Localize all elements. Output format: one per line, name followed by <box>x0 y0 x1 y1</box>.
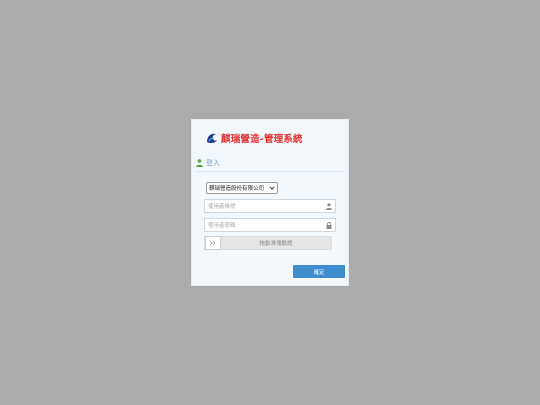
company-select[interactable]: 麒瑞營造股份有限公司 <box>206 182 278 194</box>
login-section-header: 登入 <box>196 158 220 168</box>
login-dialog: 麒瑞營造-管理系統 登入 麒瑞營造股份有限公司 使用者帳號 使用者密碼 拖動滑塊… <box>191 119 349 286</box>
double-chevron-right-icon <box>209 240 216 246</box>
slider-hint: 拖動滑塊驗證 <box>259 241 293 247</box>
app-title: 麒瑞營造-管理系統 <box>221 134 303 145</box>
password-field[interactable]: 使用者密碼 <box>204 218 336 232</box>
user-icon <box>196 159 203 167</box>
slider-handle[interactable] <box>205 236 221 250</box>
confirm-button[interactable]: 確定 <box>293 265 345 278</box>
brand-header: 麒瑞營造-管理系統 <box>206 130 303 146</box>
section-label: 登入 <box>206 159 220 167</box>
chevron-down-icon <box>269 186 275 190</box>
divider <box>196 171 344 172</box>
company-select-value: 麒瑞營造股份有限公司 <box>209 186 265 192</box>
slider-verification: 拖動滑塊驗證 <box>204 236 332 250</box>
password-placeholder: 使用者密碼 <box>208 223 236 229</box>
company-logo-icon <box>207 133 217 144</box>
username-field[interactable]: 使用者帳號 <box>204 199 336 213</box>
person-icon <box>326 203 332 210</box>
lock-icon <box>326 222 332 229</box>
username-placeholder: 使用者帳號 <box>208 204 236 210</box>
